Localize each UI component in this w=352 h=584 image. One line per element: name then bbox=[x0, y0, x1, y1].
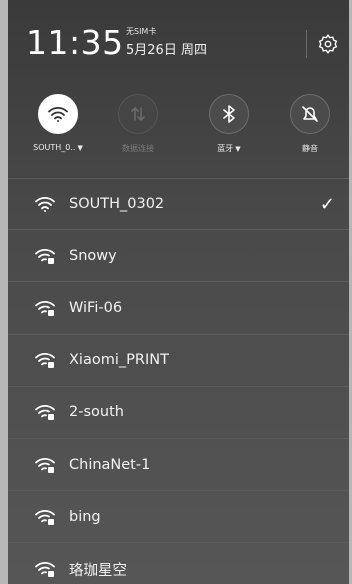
wifi-ssid: bing bbox=[69, 508, 101, 525]
wifi-toggle-label: SOUTH_0.. ▼ bbox=[33, 143, 83, 152]
wifi-signal-icon bbox=[35, 197, 55, 213]
wifi-ssid: ChinaNet-1 bbox=[69, 456, 151, 473]
gear-icon[interactable] bbox=[317, 33, 339, 55]
wifi-locked-icon bbox=[35, 353, 55, 369]
mute-toggle-button[interactable] bbox=[290, 94, 330, 134]
wifi-locked-icon bbox=[35, 405, 55, 421]
wifi-network-row[interactable]: Snowy bbox=[8, 230, 349, 283]
mute-toggle-label: 静音 bbox=[302, 144, 318, 153]
wifi-toggle-button[interactable] bbox=[38, 94, 78, 134]
mobile-data-toggle-label: 数据连接 bbox=[122, 144, 154, 153]
wifi-ssid: Xiaomi_PRINT bbox=[69, 352, 169, 369]
wifi-network-row[interactable]: 珞珈星空 bbox=[8, 543, 349, 584]
chevron-down-icon: ▼ bbox=[77, 144, 83, 152]
wifi-locked-icon bbox=[35, 457, 55, 473]
chevron-down-icon: ▼ bbox=[235, 145, 241, 153]
clock: 11:35 bbox=[26, 23, 124, 62]
bluetooth-icon bbox=[223, 105, 235, 123]
wifi-network-list: SOUTH_0302 ✓ Snowy WiFi-06 Xiaomi_PRINT bbox=[8, 178, 349, 584]
wifi-ssid: WiFi-06 bbox=[69, 299, 123, 316]
date-label: 5月26日 周四 bbox=[126, 43, 207, 58]
wifi-locked-icon bbox=[35, 509, 55, 525]
bluetooth-toggle-button[interactable] bbox=[209, 94, 249, 134]
wifi-icon bbox=[48, 107, 68, 122]
wifi-network-row[interactable]: bing bbox=[8, 491, 349, 544]
wifi-network-row[interactable]: Xiaomi_PRINT bbox=[8, 335, 349, 387]
wifi-ssid: 珞珈星空 bbox=[69, 562, 127, 579]
wifi-network-row[interactable]: SOUTH_0302 ✓ bbox=[8, 178, 349, 231]
mobile-data-icon bbox=[131, 106, 145, 122]
wifi-locked-icon bbox=[35, 301, 55, 316]
wifi-toggle[interactable]: SOUTH_0.. ▼ bbox=[18, 94, 98, 152]
notification-shade: 11:35 无SIM卡 5月26日 周四 SOUTH_0.. ▼ 数据连接 蓝牙… bbox=[8, 0, 349, 584]
wifi-ssid: 2-south bbox=[69, 404, 124, 421]
wifi-network-row[interactable]: WiFi-06 bbox=[8, 282, 349, 335]
quick-toggles: SOUTH_0.. ▼ 数据连接 蓝牙 ▼ 静音 bbox=[8, 94, 349, 164]
mute-icon bbox=[302, 106, 318, 122]
wifi-network-row[interactable]: 2-south bbox=[8, 387, 349, 439]
status-header: 11:35 无SIM卡 5月26日 周四 bbox=[8, 0, 349, 78]
check-icon: ✓ bbox=[319, 193, 335, 215]
bluetooth-toggle-label: 蓝牙 ▼ bbox=[217, 144, 241, 153]
wifi-ssid: Snowy bbox=[69, 247, 117, 264]
wifi-ssid: SOUTH_0302 bbox=[69, 196, 165, 213]
wifi-network-row[interactable]: ChinaNet-1 bbox=[8, 439, 349, 492]
mute-toggle[interactable]: 静音 bbox=[270, 94, 350, 154]
header-divider bbox=[306, 30, 307, 58]
sim-status: 无SIM卡 bbox=[126, 27, 157, 36]
wifi-locked-icon bbox=[35, 562, 55, 578]
bluetooth-toggle[interactable]: 蓝牙 ▼ bbox=[189, 94, 269, 154]
mobile-data-toggle[interactable]: 数据连接 bbox=[98, 94, 178, 154]
mobile-data-toggle-button[interactable] bbox=[118, 94, 158, 134]
wifi-locked-icon bbox=[35, 248, 55, 264]
